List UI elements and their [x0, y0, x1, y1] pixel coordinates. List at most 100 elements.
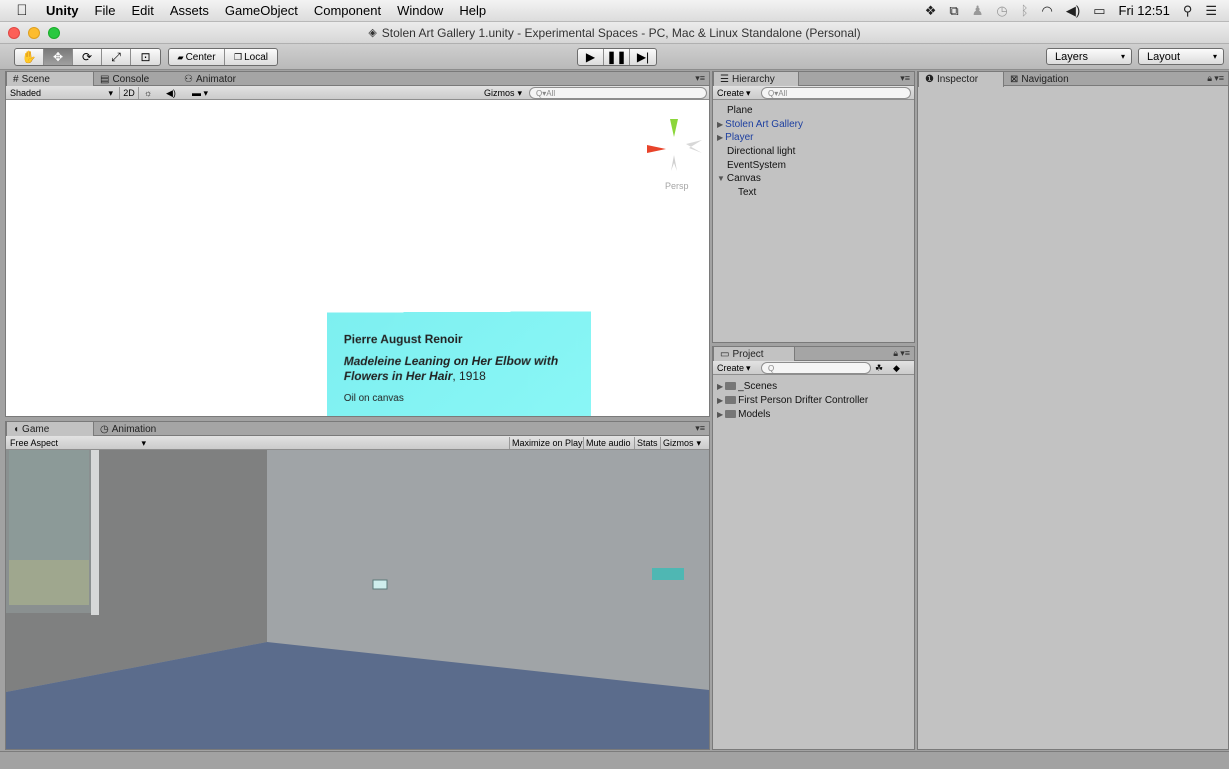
gizmos-dropdown[interactable]: Gizmos ▾	[484, 87, 522, 99]
menu-edit[interactable]: Edit	[131, 3, 153, 18]
menu-help[interactable]: Help	[459, 3, 486, 18]
filter-by-label-button[interactable]: ◆	[893, 362, 900, 374]
project-folder-models[interactable]: ▶ Models	[717, 409, 770, 420]
step-button[interactable]: ▶|	[630, 49, 656, 65]
spotlight-search-icon[interactable]: ⚲	[1183, 3, 1193, 19]
menu-gameobject[interactable]: GameObject	[225, 3, 298, 18]
expand-arrow-icon[interactable]: ▶	[717, 133, 723, 142]
hierarchy-item-stolen-art-gallery[interactable]: ▶ Stolen Art Gallery	[717, 119, 803, 130]
tab-game[interactable]: ◖ Game	[6, 422, 94, 437]
tab-navigation[interactable]: ⊠ Navigation	[1004, 72, 1094, 86]
wifi-icon[interactable]: ◠	[1042, 3, 1053, 19]
scene-orientation-gizmo[interactable]	[642, 115, 708, 181]
tab-hierarchy[interactable]: ☰ Hierarchy	[713, 72, 799, 87]
volume-icon[interactable]: ◀)	[1066, 3, 1080, 19]
panel-menu-icon[interactable]: ▾≡	[900, 348, 910, 359]
expand-arrow-icon[interactable]: ▶	[717, 396, 723, 405]
mute-audio-toggle[interactable]: Mute audio	[583, 437, 633, 449]
game-gizmos-dropdown[interactable]: Gizmos ▾	[660, 437, 703, 449]
project-search-input[interactable]: Q	[761, 362, 871, 374]
menu-component[interactable]: Component	[314, 3, 381, 18]
expand-arrow-icon[interactable]: ▶	[717, 382, 723, 391]
apple-icon[interactable]: 	[12, 2, 32, 19]
hierarchy-item-text[interactable]: Text	[738, 187, 756, 198]
artwork-info-card[interactable]: Pierre August Renoir Madeleine Leaning o…	[327, 311, 591, 416]
hierarchy-search-input[interactable]: Q▾All	[761, 87, 911, 99]
pivot-local-button[interactable]: ❒ Local	[225, 49, 277, 65]
game-viewport[interactable]	[6, 450, 709, 749]
notification-icon[interactable]: ♟	[972, 3, 984, 19]
stats-toggle[interactable]: Stats	[634, 437, 660, 449]
hierarchy-item-player[interactable]: ▶ Player	[717, 132, 754, 143]
image-icon: ▬ ▾	[192, 87, 209, 98]
scene-viewport[interactable]: Pierre August Renoir Madeleine Leaning o…	[6, 100, 709, 416]
rect-tool-button[interactable]: ⊡	[131, 49, 160, 65]
battery-icon[interactable]: ▭	[1093, 3, 1105, 19]
panel-menu-icon[interactable]: ▾≡	[900, 73, 910, 84]
folder-icon	[725, 396, 737, 404]
project-create-dropdown[interactable]: Create ▾	[717, 362, 751, 374]
panel-menu-icon[interactable]: ▾≡	[695, 73, 705, 84]
project-folder-scenes[interactable]: ▶ _Scenes	[717, 381, 777, 392]
tab-console[interactable]: ▤ Console	[94, 72, 178, 86]
hierarchy-item-canvas[interactable]: ▼ Canvas	[717, 173, 761, 184]
project-folder-first-person-drifter[interactable]: ▶ First Person Drifter Controller	[717, 395, 868, 406]
menu-window[interactable]: Window	[397, 3, 443, 18]
hierarchy-item-eventsystem[interactable]: EventSystem	[727, 160, 786, 171]
tab-inspector[interactable]: ❶ Inspector	[918, 72, 1004, 87]
scale-tool-button[interactable]: ⤢	[102, 49, 131, 65]
pivot-center-button[interactable]: ▰ Center	[169, 49, 225, 65]
layers-dropdown[interactable]: Layers ▾	[1046, 48, 1132, 65]
expand-arrow-icon[interactable]: ▶	[717, 120, 723, 129]
gizmos-label: Gizmos	[484, 88, 515, 98]
dropbox-icon[interactable]: ❖	[925, 3, 937, 19]
pause-button[interactable]: ❚❚	[604, 49, 630, 65]
window-maximize-button[interactable]	[48, 27, 60, 39]
scene-effects-toggle[interactable]: ▬ ▾	[192, 87, 208, 99]
window-minimize-button[interactable]	[28, 27, 40, 39]
scene-lighting-toggle[interactable]: ☼	[144, 87, 152, 99]
play-button[interactable]: ▶	[578, 49, 604, 65]
tab-scene[interactable]: # Scene	[6, 72, 94, 87]
panel-menu-icon[interactable]: ▾≡	[1214, 73, 1224, 84]
tab-animator[interactable]: ⚇ Animator	[178, 72, 268, 86]
panel-menu-icon[interactable]: ▾≡	[695, 423, 705, 434]
aspect-dropdown[interactable]: Free Aspect ▾	[10, 437, 148, 449]
expand-arrow-icon[interactable]: ▶	[717, 410, 723, 419]
lock-icon[interactable]: 🔒︎	[1207, 73, 1212, 84]
collapse-arrow-icon[interactable]: ▼	[717, 174, 725, 183]
bluetooth-icon[interactable]: ᛒ	[1021, 3, 1029, 18]
notification-center-icon[interactable]: ☰	[1205, 3, 1217, 19]
lock-icon[interactable]: 🔒︎	[893, 348, 898, 359]
menu-assets[interactable]: Assets	[170, 3, 209, 18]
menu-unity[interactable]: Unity	[46, 3, 79, 18]
filter-by-type-button[interactable]: ☘	[875, 362, 883, 374]
windows-switch-icon[interactable]: ⧉	[949, 3, 958, 19]
y-axis-cone	[670, 119, 678, 137]
layout-dropdown[interactable]: Layout ▾	[1138, 48, 1224, 65]
hierarchy-search-placeholder: Q▾All	[768, 88, 788, 98]
window-close-button[interactable]	[8, 27, 20, 39]
hierarchy-item-plane[interactable]: Plane	[727, 105, 753, 116]
hierarchy-create-dropdown[interactable]: Create ▾	[717, 87, 751, 99]
hierarchy-toolbar: Create ▾ Q▾All	[713, 86, 914, 100]
scene-search-input[interactable]: Q▾All	[529, 87, 707, 99]
tab-project[interactable]: ▭ Project	[713, 347, 795, 362]
rotate-tool-button[interactable]: ⟳	[73, 49, 102, 65]
scene-toolbar: Shaded ▾ 2D ☼ ◀) ▬ ▾ Gizmos ▾ Q▾All	[6, 86, 709, 100]
move-tool-button[interactable]: ✥	[44, 49, 73, 65]
chevron-down-icon: ▾	[1120, 52, 1125, 61]
tab-animation[interactable]: ◷ Animation	[94, 422, 184, 436]
scene-audio-toggle[interactable]: ◀)	[166, 87, 176, 99]
menu-file[interactable]: File	[95, 3, 116, 18]
shading-mode-dropdown[interactable]: Shaded ▾	[10, 87, 115, 99]
2d-toggle[interactable]: 2D	[119, 87, 139, 99]
hand-tool-button[interactable]: ✋	[15, 49, 44, 65]
time-machine-icon[interactable]: ◷	[996, 3, 1007, 19]
layers-label: Layers	[1055, 50, 1089, 63]
persp-label[interactable]: Persp	[665, 181, 689, 191]
pivot-center-icon: ▰	[177, 52, 184, 62]
clock[interactable]: Fri 12:51	[1119, 3, 1170, 18]
hierarchy-item-directional-light[interactable]: Directional light	[727, 146, 795, 157]
maximize-on-play-toggle[interactable]: Maximize on Play	[509, 437, 585, 449]
